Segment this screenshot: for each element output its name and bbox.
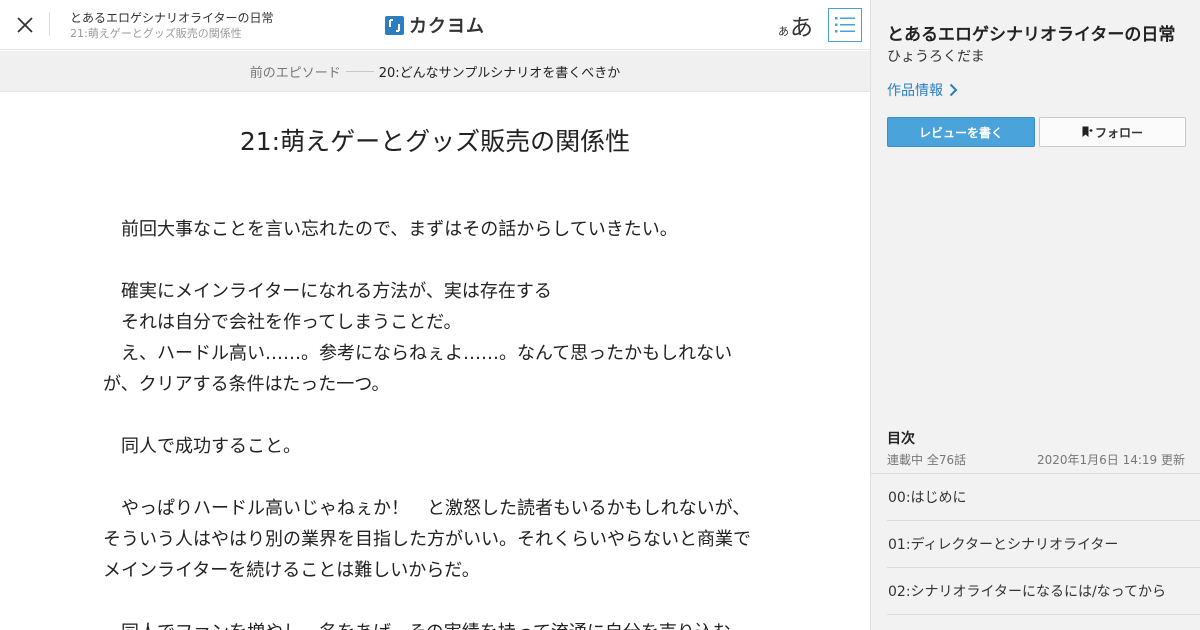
toc-heading: 目次 <box>887 431 915 447</box>
prev-episode-label[interactable]: 前のエピソード <box>250 62 341 81</box>
toc-updated: 2020年1月6日 14:19 更新 <box>1036 453 1185 467</box>
body-line: それは自分で会社を作ってしまうことだ。 <box>103 312 462 333</box>
toc-status: 連載中 全76話 <box>887 453 967 467</box>
body-line: そういう人はやはり別の業界を目指した方がいい。それくらいやらないと商業で <box>103 529 751 550</box>
body-line: 同人で成功すること。 <box>103 436 301 457</box>
kakuyomu-logo[interactable]: カクヨム <box>385 14 485 37</box>
body-line: が、クリアする条件はたった一つ。 <box>103 374 390 395</box>
follow-label: フォロー <box>1094 125 1143 140</box>
prev-episode-nav: 前のエピソード 20:どんなサンプルシナリオを書くべきか <box>0 51 870 92</box>
header-titles: とあるエロゲシナリオライターの日常 21:萌えゲーとグッズ販売の関係性 <box>70 11 274 41</box>
body-line <box>103 462 763 493</box>
font-size-button[interactable]: あ あ <box>778 8 813 41</box>
episode-body: 前回大事なことを言い忘れたので、まずはその話からしていきたい。 確実にメインライ… <box>103 214 763 630</box>
reader-header: とあるエロゲシナリオライターの日常 21:萌えゲーとグッズ販売の関係性 カクヨム… <box>0 0 870 50</box>
toc-item[interactable]: 01:ディレクターとシナリオライター <box>887 521 1200 568</box>
body-line: え、ハードル高い……。参考にならねぇよ……。なんて思ったかもしれない <box>103 343 733 364</box>
bookmark-plus-icon <box>1082 126 1093 137</box>
body-line: やっぱりハードル高いじゃねぇか！ と激怒した読者もいるかもしれないが、 <box>103 498 751 519</box>
close-icon[interactable] <box>14 14 36 36</box>
header-work-title[interactable]: とあるエロゲシナリオライターの日常 <box>70 11 274 26</box>
body-line: 確実にメインライターになれる方法が、実は存在する <box>103 281 552 302</box>
body-line: 同人でファンを増やし、名をあげ、その実績を持って流通に自分を売り込む <box>103 617 763 630</box>
sidebar-work-title[interactable]: とあるエロゲシナリオライターの日常 <box>887 20 1175 45</box>
chevron-right-icon <box>949 83 958 97</box>
episode-title: 21:萌えゲーとグッズ販売の関係性 <box>239 127 631 156</box>
toc-sidebar: とあるエロゲシナリオライターの日常 ひょうろくだま 作品情報 レビューを書く フ… <box>870 0 1200 630</box>
toc-item[interactable]: 02:シナリオライターになるには/なってから <box>887 568 1200 615</box>
body-line: メインライターを続けることは難しいからだ。 <box>103 560 480 581</box>
header-divider <box>49 12 50 36</box>
write-review-button[interactable]: レビューを書く <box>887 117 1035 147</box>
body-line <box>103 245 763 276</box>
font-large-glyph: あ <box>790 15 813 41</box>
prev-episode-divider <box>345 70 374 72</box>
font-small-glyph: あ <box>778 25 789 38</box>
toc-list-icon[interactable] <box>828 8 862 42</box>
toc-list: 00:はじめに 01:ディレクターとシナリオライター 02:シナリオライターにな… <box>871 473 1200 615</box>
work-info-link[interactable]: 作品情報 <box>887 80 958 100</box>
prev-episode-link[interactable]: 20:どんなサンプルシナリオを書くべきか <box>379 62 621 81</box>
work-info-label: 作品情報 <box>887 83 943 99</box>
follow-button[interactable]: フォロー <box>1039 117 1186 147</box>
toc-item[interactable]: 00:はじめに <box>887 474 1200 521</box>
body-line <box>103 400 763 431</box>
header-episode-title: 21:萌えゲーとグッズ販売の関係性 <box>70 27 242 40</box>
sidebar-author[interactable]: ひょうろくだま <box>887 46 985 66</box>
body-line <box>103 586 763 617</box>
body-line: 前回大事なことを言い忘れたので、まずはその話からしていきたい。 <box>103 219 678 240</box>
logo-mark-icon <box>385 15 404 35</box>
logo-text: カクヨム <box>409 16 485 37</box>
